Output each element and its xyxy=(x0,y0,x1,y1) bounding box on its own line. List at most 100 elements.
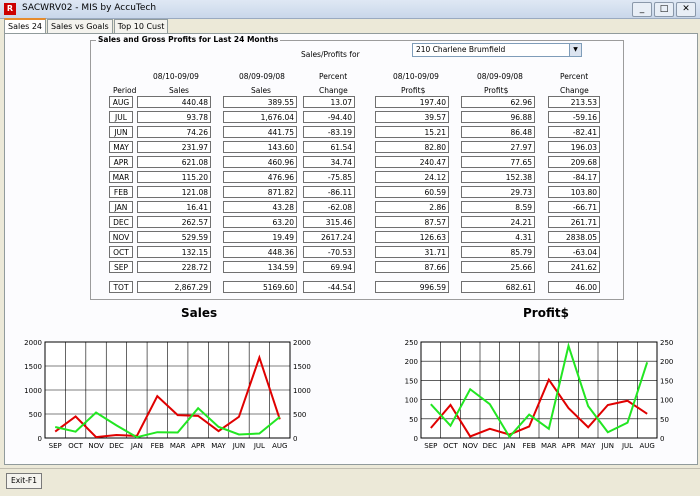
x-tick-label: MAR xyxy=(541,442,557,450)
cell-profit-pct: 2838.05 xyxy=(548,231,600,243)
x-tick-label: OCT xyxy=(68,442,83,450)
x-tick-label: JUN xyxy=(601,442,614,450)
chevron-down-icon[interactable]: ▼ xyxy=(569,44,581,56)
cell-profit-prev: 4.31 xyxy=(461,231,535,243)
tab-sales-vs-goals[interactable]: Sales vs Goals xyxy=(47,19,113,33)
cell-sales-cur: 74.26 xyxy=(137,126,211,138)
window-controls: _ □ ✕ xyxy=(632,2,696,17)
x-tick-label: JAN xyxy=(130,442,143,450)
cell-profit-pct: -84.17 xyxy=(548,171,600,183)
cell-sales-pct: -70.53 xyxy=(303,246,355,258)
cell-period: MAY xyxy=(109,141,133,153)
header-sales-prev-date: 08/09-09/08 xyxy=(239,72,285,81)
x-tick-label: MAY xyxy=(581,442,596,450)
header-profit-prev-date: 08/09-09/08 xyxy=(477,72,523,81)
x-tick-label: NOV xyxy=(462,442,478,450)
selector-label: Sales/Profits for xyxy=(301,50,360,59)
cell-profit-prev: 24.21 xyxy=(461,216,535,228)
cell-sales-cur: 121.08 xyxy=(137,186,211,198)
profit-chart: 0 0 50 50 100 100 150 150 200 200 250 250 SEP OCT NOV D… xyxy=(405,339,674,450)
y-tick-label-right: 0 xyxy=(660,435,664,443)
sales-chart-title: Sales xyxy=(181,306,218,320)
y-tick-label-left: 1000 xyxy=(24,387,42,395)
close-button[interactable]: ✕ xyxy=(676,2,696,17)
cell-sales-cur: 231.97 xyxy=(137,141,211,153)
cell-profit-pct: 209.68 xyxy=(548,156,600,168)
cell-profit-cur: 197.40 xyxy=(375,96,449,108)
customer-dropdown[interactable]: 210 Charlene Brumfield ▼ xyxy=(412,43,582,57)
cell-profit-prev: 77.65 xyxy=(461,156,535,168)
column-profit-cur: 197.40 39.57 15.21 82.80 240.47 24.12 60.59 2.8… xyxy=(375,96,449,296)
cell-sales-cur: 228.72 xyxy=(137,261,211,273)
tab-panel: Sales and Gross Profits for Last 24 Mont… xyxy=(4,33,698,465)
x-tick-label: JAN xyxy=(503,442,516,450)
cell-profit-prev: 27.97 xyxy=(461,141,535,153)
cell-period: JUL xyxy=(109,111,133,123)
cell-period: JAN xyxy=(109,201,133,213)
y-tick-label-left: 200 xyxy=(405,358,418,366)
maximize-button[interactable]: □ xyxy=(654,2,674,17)
cell-period: JUN xyxy=(109,126,133,138)
cell-sales-pct: -62.08 xyxy=(303,201,355,213)
y-tick-label-right: 150 xyxy=(660,377,673,385)
cell-profit-cur: 126.63 xyxy=(375,231,449,243)
cell-profit-prev: 96.88 xyxy=(461,111,535,123)
cell-period: NOV xyxy=(109,231,133,243)
tab-top-10-cust[interactable]: Top 10 Cust xyxy=(113,19,169,33)
x-tick-label: DEC xyxy=(482,442,497,450)
column-sales-cur: 440.48 93.78 74.26 231.97 621.08 115.20 121.08… xyxy=(137,96,211,296)
cell-sales-prev: 19.49 xyxy=(223,231,297,243)
cell-profit-pct: -66.71 xyxy=(548,201,600,213)
total-profit-cur: 996.59 xyxy=(375,281,449,293)
x-tick-label: AUG xyxy=(639,442,654,450)
cell-sales-prev: 1,676.04 xyxy=(223,111,297,123)
app-icon: R xyxy=(4,3,16,15)
y-tick-label-left: 0 xyxy=(38,435,42,443)
tab-sales-24[interactable]: Sales 24 xyxy=(4,18,47,34)
cell-period: FEB xyxy=(109,186,133,198)
total-sales-prev: 5169.60 xyxy=(223,281,297,293)
y-tick-label-left: 250 xyxy=(405,339,418,347)
header-profit-cur-date: 08/10-09/09 xyxy=(393,72,439,81)
cell-sales-prev: 43.28 xyxy=(223,201,297,213)
cell-profit-prev: 8.59 xyxy=(461,201,535,213)
cell-profit-prev: 25.66 xyxy=(461,261,535,273)
cell-sales-pct: 69.94 xyxy=(303,261,355,273)
cell-profit-pct: 241.62 xyxy=(548,261,600,273)
header-sales-prev: Sales xyxy=(251,86,271,95)
cell-profit-cur: 82.80 xyxy=(375,141,449,153)
cell-profit-pct: -82.41 xyxy=(548,126,600,138)
header-pct2: Percent xyxy=(560,72,589,81)
y-tick-label-right: 200 xyxy=(660,358,673,366)
minimize-button[interactable]: _ xyxy=(632,2,652,17)
y-tick-label-right: 500 xyxy=(293,411,306,419)
header-profit-cur: Profit$ xyxy=(401,86,426,95)
header-pct2b: Change xyxy=(560,86,589,95)
x-tick-label: APR xyxy=(191,442,205,450)
sales-chart: 0 0 500 500 1000 1000 1500 1500 2000 2000 SEP OCT NO… xyxy=(24,339,311,450)
x-tick-label: FEB xyxy=(151,442,164,450)
cell-profit-prev: 29.73 xyxy=(461,186,535,198)
header-pct1b: Change xyxy=(319,86,348,95)
cell-sales-pct: -83.19 xyxy=(303,126,355,138)
cell-sales-prev: 460.96 xyxy=(223,156,297,168)
cell-profit-pct: -63.04 xyxy=(548,246,600,258)
column-sales-pct: 13.07 -94.40 -83.19 61.54 34.74 -75.85 -86.11 -… xyxy=(303,96,355,296)
x-tick-label: MAY xyxy=(211,442,226,450)
cell-period: APR xyxy=(109,156,133,168)
x-tick-label: OCT xyxy=(443,442,458,450)
cell-profit-prev: 85.79 xyxy=(461,246,535,258)
header-period: Period xyxy=(113,86,137,95)
cell-profit-cur: 87.57 xyxy=(375,216,449,228)
title-bar: R SACWRV02 - MIS by AccuTech _ □ ✕ xyxy=(0,0,700,19)
cell-sales-prev: 476.96 xyxy=(223,171,297,183)
exit-button[interactable]: Exit-F1 xyxy=(6,473,42,489)
cell-profit-prev: 86.48 xyxy=(461,126,535,138)
header-sales-cur: Sales xyxy=(169,86,189,95)
cell-sales-cur: 529.59 xyxy=(137,231,211,243)
cell-profit-cur: 87.66 xyxy=(375,261,449,273)
y-tick-label-right: 1000 xyxy=(293,387,311,395)
cell-sales-pct: 13.07 xyxy=(303,96,355,108)
cell-sales-pct: -75.85 xyxy=(303,171,355,183)
cell-profit-cur: 60.59 xyxy=(375,186,449,198)
